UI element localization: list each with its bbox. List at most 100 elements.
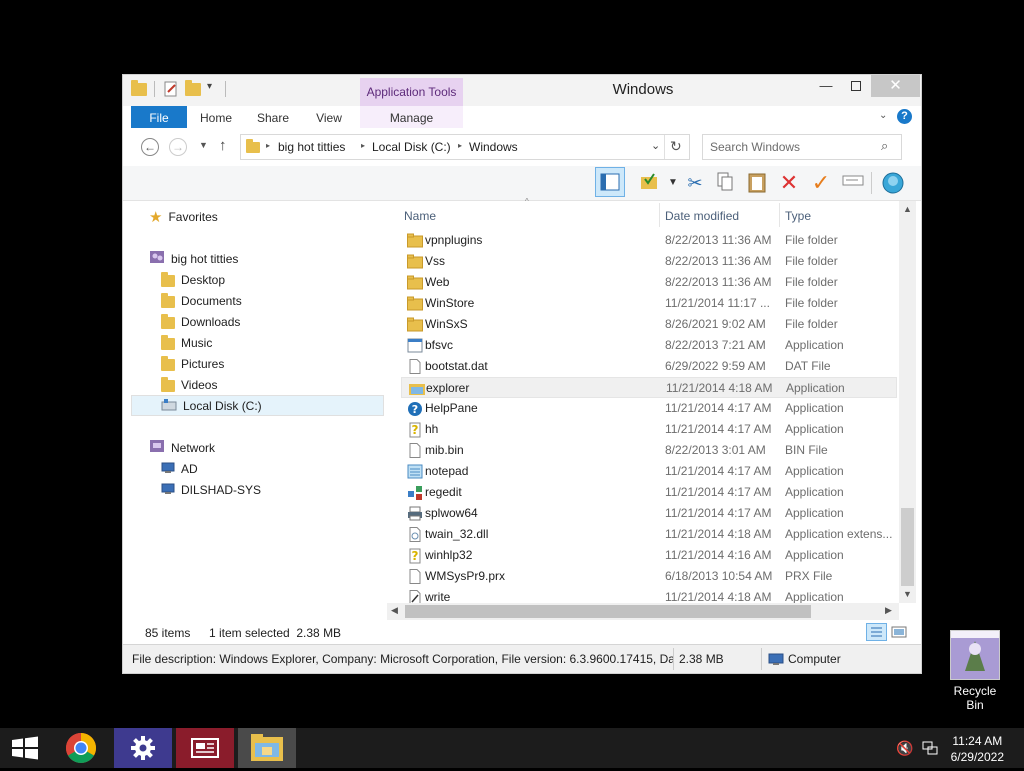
application-tools-tab[interactable]: Application Tools — [360, 78, 463, 106]
vertical-scrollbar[interactable]: ▲ ▼ — [899, 201, 916, 603]
search-input[interactable]: Search Windows ⌕ — [702, 134, 902, 160]
file-explorer-button[interactable] — [238, 728, 296, 768]
refresh-icon[interactable]: ↻ — [670, 138, 682, 155]
location-label: Computer — [788, 652, 841, 666]
nav-item-downloads[interactable]: Downloads — [161, 312, 240, 332]
nav-homegroup[interactable]: big hot titties — [149, 249, 238, 269]
clock[interactable]: 11:24 AM 6/29/2022 — [951, 733, 1004, 765]
news-app-button[interactable] — [176, 728, 234, 768]
file-type: Application — [785, 506, 844, 520]
recycle-bin[interactable]: Recycle Bin — [944, 630, 1006, 712]
minimize-button[interactable]: — — [811, 75, 841, 97]
tab-manage[interactable]: Manage — [360, 106, 463, 128]
nav-item-pictures[interactable]: Pictures — [161, 354, 224, 374]
file-row[interactable]: WinSxS 8/26/2021 9:02 AM File folder — [401, 314, 897, 335]
file-row[interactable]: twain_32.dll 11/21/2014 4:18 AM Applicatio… — [401, 524, 897, 545]
nav-item-documents[interactable]: Documents — [161, 291, 242, 311]
shell-icon[interactable] — [881, 171, 905, 195]
close-button[interactable]: ✕ — [871, 75, 920, 97]
copy-icon[interactable] — [713, 171, 737, 195]
column-header-date[interactable]: Date modified — [665, 209, 739, 223]
horizontal-scroll-thumb[interactable] — [405, 605, 811, 618]
file-date: 11/21/2014 4:18 AM — [665, 527, 772, 541]
scroll-left-icon[interactable]: ◀ — [391, 605, 398, 616]
file-row[interactable]: WMSysPr9.prx 6/18/2013 10:54 AM PRX File — [401, 566, 897, 587]
file-row[interactable]: bfsvc 8/22/2013 7:21 AM Application — [401, 335, 897, 356]
collapse-ribbon-icon[interactable]: ⌄ — [879, 110, 887, 121]
column-header-name[interactable]: Name — [404, 209, 436, 223]
file-row[interactable]: Web 8/22/2013 11:36 AM File folder — [401, 272, 897, 293]
file-row[interactable]: regedit 11/21/2014 4:17 AM Application — [401, 482, 897, 503]
search-icon[interactable]: ⌕ — [881, 138, 888, 154]
settings-app-button[interactable] — [114, 728, 172, 768]
properties-icon[interactable] — [163, 81, 179, 97]
nav-network[interactable]: Network — [149, 438, 215, 458]
address-row: ← → ▼ ↑ ▸ big hot titties ▸ Local Disk (… — [123, 128, 921, 166]
file-row[interactable]: Vss 8/22/2013 11:36 AM File folder — [401, 251, 897, 272]
forward-button[interactable]: → — [169, 138, 187, 156]
nav-item-music[interactable]: Music — [161, 333, 212, 353]
scroll-up-icon[interactable]: ▲ — [903, 204, 912, 214]
scroll-down-icon[interactable]: ▼ — [903, 589, 912, 599]
file-row[interactable]: notepad 11/21/2014 4:17 AM Application — [401, 461, 897, 482]
taskbar: 🔇 11:24 AM 6/29/2022 — [0, 728, 1024, 768]
volume-muted-icon[interactable]: 🔇 — [896, 740, 913, 757]
chevron-down-icon[interactable]: ▾ — [207, 81, 223, 97]
back-button[interactable]: ← — [141, 138, 159, 156]
nav-item-videos[interactable]: Videos — [161, 375, 217, 395]
help-icon[interactable]: ? — [897, 109, 912, 124]
column-header-type[interactable]: Type — [785, 209, 811, 223]
cut-icon[interactable]: ✂ — [683, 171, 707, 195]
breadcrumb-homegroup[interactable]: big hot titties — [278, 140, 345, 154]
file-row[interactable]: bootstat.dat 6/29/2022 9:59 AM DAT File — [401, 356, 897, 377]
nav-favorites[interactable]: ★ Favorites — [149, 207, 218, 227]
tab-file[interactable]: File — [131, 106, 187, 128]
file-row[interactable]: ? winhlp32 11/21/2014 4:16 AM Application — [401, 545, 897, 566]
nav-item-ad[interactable]: AD — [161, 459, 198, 479]
chevron-down-icon[interactable]: ▼ — [661, 171, 685, 195]
chevron-down-icon[interactable]: ⌄ — [651, 139, 660, 152]
preview-pane-icon[interactable] — [595, 167, 625, 197]
file-row[interactable]: ? HelpPane 11/21/2014 4:17 AM Application — [401, 398, 897, 419]
breadcrumb-windows[interactable]: Windows — [469, 140, 518, 154]
nav-item-desktop[interactable]: Desktop — [161, 270, 225, 290]
rename-icon[interactable] — [841, 171, 865, 195]
paste-icon[interactable] — [745, 171, 769, 195]
up-button[interactable]: ↑ — [219, 137, 227, 154]
file-type: Application — [786, 381, 845, 395]
details-view-button[interactable] — [866, 623, 887, 641]
nav-item-dilshad-sys[interactable]: DILSHAD-SYS — [161, 480, 261, 500]
file-row[interactable]: ? hh 11/21/2014 4:17 AM Application — [401, 419, 897, 440]
network-icon — [149, 439, 165, 459]
file-list: ^ Name Date modified Type vpnplugins 8/22… — [397, 197, 921, 619]
scroll-right-icon[interactable]: ▶ — [885, 605, 892, 616]
properties-icon[interactable] — [637, 171, 661, 195]
file-row[interactable]: splwow64 11/21/2014 4:17 AM Application — [401, 503, 897, 524]
tab-view[interactable]: View — [309, 106, 349, 128]
folder-icon — [407, 275, 423, 290]
file-row[interactable]: explorer 11/21/2014 4:18 AM Application — [401, 377, 897, 398]
file-name: explorer — [426, 381, 470, 395]
recent-locations-icon[interactable]: ▼ — [199, 140, 208, 150]
file-row[interactable]: WinStore 11/21/2014 11:17 ... File folder — [401, 293, 897, 314]
address-bar[interactable]: ▸ big hot titties ▸ Local Disk (C:) ▸ Wi… — [240, 134, 690, 160]
file-type: File folder — [785, 254, 838, 268]
start-button[interactable] — [0, 728, 58, 768]
dll-icon — [407, 527, 423, 542]
maximize-button[interactable] — [841, 75, 871, 97]
file-row[interactable]: mib.bin 8/22/2013 3:01 AM BIN File — [401, 440, 897, 461]
check-icon[interactable]: ✓ — [809, 171, 833, 195]
nav-item-local-disk[interactable]: Local Disk (C:) — [161, 396, 262, 416]
horizontal-scrollbar[interactable]: ◀ ▶ — [387, 603, 899, 620]
chrome-icon[interactable] — [52, 728, 110, 768]
file-row[interactable]: vpnplugins 8/22/2013 11:36 AM File folder — [401, 230, 897, 251]
vertical-scroll-thumb[interactable] — [901, 508, 914, 586]
new-folder-icon[interactable] — [185, 80, 201, 99]
breadcrumb-local-disk[interactable]: Local Disk (C:) — [372, 140, 451, 154]
file-date: 11/21/2014 4:17 AM — [665, 401, 772, 415]
tab-share[interactable]: Share — [251, 106, 295, 128]
network-tray-icon[interactable] — [922, 740, 938, 759]
delete-icon[interactable]: ✕ — [777, 171, 801, 195]
large-icons-view-button[interactable] — [891, 624, 907, 640]
tab-home[interactable]: Home — [195, 106, 237, 128]
